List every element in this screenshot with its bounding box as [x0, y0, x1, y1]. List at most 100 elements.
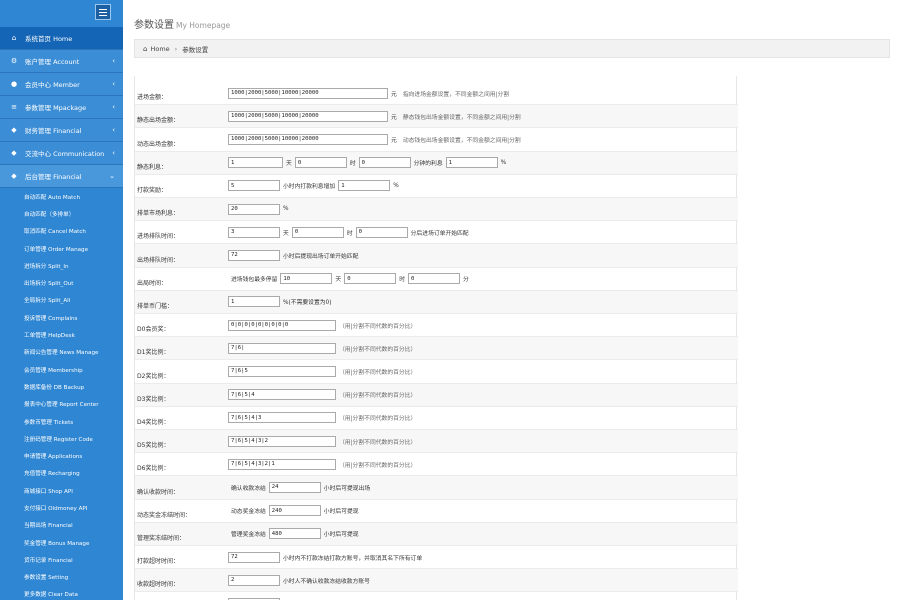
submenu-item[interactable]: 奖金管理 Bonus Manage [0, 534, 123, 551]
submenu-item[interactable]: 支付接口 Oldmoney API [0, 499, 123, 516]
sidebar-item-6[interactable]: ◆ 后台管理 Financial ⌄ [0, 165, 123, 188]
menu-toggle-button[interactable] [95, 4, 111, 20]
form-row: 取消排单时间：小时内可取消排单，超出时间后不可取消 [135, 592, 738, 600]
submenu-item[interactable]: 自动匹配 Auto Match [0, 188, 123, 205]
setting-input[interactable] [268, 505, 321, 517]
form-row-controls: 进场钱包最多停留 天 时 分 [228, 272, 472, 286]
submenu-item[interactable]: 货币记录 Financial [0, 551, 123, 568]
setting-input[interactable] [228, 87, 388, 99]
form-row: 静态出场金额： 元静态钱包出场金额设置，不同金额之间用|分割 [135, 105, 738, 129]
setting-input[interactable] [228, 180, 280, 192]
setting-input[interactable] [228, 226, 280, 238]
form-row-label: 收款超时时间： [137, 581, 180, 589]
setting-input[interactable] [408, 273, 461, 285]
submenu-item[interactable]: 自动匹配（多排单） [0, 205, 123, 222]
setting-input[interactable] [228, 365, 336, 377]
form-row-label: 管理奖冻结时间： [137, 534, 186, 542]
setting-input[interactable] [228, 551, 280, 563]
page-title-text: 参数设置 [134, 20, 174, 31]
sidebar-item-4[interactable]: ◆ 财务管理 Financial ‹ [0, 119, 123, 142]
submenu-item[interactable]: 报表中心管理 Report Center [0, 396, 123, 413]
page-title: 参数设置 My Homepage [134, 16, 230, 31]
submenu-item[interactable]: 申请管理 Applications [0, 447, 123, 464]
setting-input[interactable] [280, 273, 333, 285]
setting-input[interactable] [228, 157, 283, 169]
help-text: 静态钱包出场金额设置，不同金额之间用|分割 [402, 114, 521, 121]
tag-icon: ◆ [11, 126, 17, 134]
sidebar-item-3[interactable]: ≡ 参数管理 Mpackage ‹ [0, 96, 123, 119]
setting-input[interactable] [291, 226, 344, 238]
help-text: 指向进场金额设置，不同金额之间用|分割 [402, 91, 510, 98]
form-row-controls: （用|分割不同代数的百分比） [228, 411, 416, 425]
setting-input[interactable] [268, 481, 321, 493]
unit-text: 天 [286, 161, 292, 168]
sidebar-item-label: 会员中心 Member [25, 81, 80, 89]
submenu-item[interactable]: 全局拆分 Split_All [0, 292, 123, 309]
form-row: D6奖比例： （用|分割不同代数的百分比） [135, 453, 738, 477]
submenu-item[interactable]: 充值管理 Recharging [0, 465, 123, 482]
form-row-controls: （用|分割不同代数的百分比） [228, 434, 416, 448]
setting-input[interactable] [228, 435, 336, 447]
form-row: D2奖比例： （用|分割不同代数的百分比） [135, 360, 738, 384]
sidebar-item-0[interactable]: ⌂ 系统首页 Home [0, 27, 123, 50]
setting-input[interactable] [228, 133, 388, 145]
setting-input[interactable] [338, 180, 391, 192]
form-row-controls: 确认收款冻结 小时后可提现出场 [228, 480, 373, 494]
setting-input[interactable] [344, 273, 397, 285]
setting-input[interactable] [294, 157, 347, 169]
setting-input[interactable] [228, 203, 280, 215]
submenu-item[interactable]: 参数币管理 Tickets [0, 413, 123, 430]
submenu-item[interactable]: 参数设置 Setting [0, 569, 123, 586]
form-row-label: 静态出场金额： [137, 117, 180, 125]
submenu-item[interactable]: 出场拆分 Split_Out [0, 274, 123, 291]
submenu-item[interactable]: 新闻公告管理 News Manage [0, 344, 123, 361]
form-row-label: 出局时间： [137, 279, 168, 287]
sidebar-item-1[interactable]: ⚙ 账户管理 Account ‹ [0, 50, 123, 73]
setting-input[interactable] [358, 157, 411, 169]
form-row: D0会员奖： （用|分割不同代数的百分比） [135, 314, 738, 338]
breadcrumb-home-link[interactable]: Home [150, 45, 169, 53]
unit-text: 天 [335, 277, 342, 284]
setting-input[interactable] [228, 342, 336, 354]
setting-input[interactable] [228, 319, 336, 331]
submenu-item[interactable]: 投诉管理 Complains [0, 309, 123, 326]
page-subtitle: My Homepage [176, 21, 231, 30]
setting-input[interactable] [228, 389, 336, 401]
help-text: （用|分割不同代数的百分比） [339, 369, 417, 376]
submenu-item[interactable]: 商城接口 Shop API [0, 482, 123, 499]
submenu-item[interactable]: 进场拆分 Split_In [0, 257, 123, 274]
sidebar-item-5[interactable]: ◆ 交流中心 Communication ‹ [0, 142, 123, 165]
sidebar-item-label: 交流中心 Communication [25, 150, 105, 158]
submenu-item[interactable]: 注册码管理 Register Code [0, 430, 123, 447]
submenu-item[interactable]: 取消匹配 Cancel Match [0, 223, 123, 240]
form-row-label: 静态利息： [137, 163, 168, 171]
setting-input[interactable] [228, 110, 388, 122]
submenu-item[interactable]: 订单管理 Order Manage [0, 240, 123, 257]
form-row: 排单市场利息：% [135, 198, 738, 222]
setting-input[interactable] [445, 157, 498, 169]
setting-input[interactable] [228, 458, 336, 470]
submenu-item[interactable]: 更多数据 Clear Data [0, 586, 123, 600]
form-row-controls: % [228, 202, 292, 216]
setting-input[interactable] [268, 528, 321, 540]
form-row: 管理奖冻结时间： 管理奖金冻结 小时后可提现 [135, 522, 738, 546]
form-row-label: 出场排队时间： [137, 256, 180, 264]
help-text: （用|分割不同代数的百分比） [339, 393, 417, 400]
form-row-controls: 小时后提现出场订单开始匹配 [228, 248, 361, 262]
submenu-item[interactable]: 会员管理 Membership [0, 361, 123, 378]
form-row-controls: （用|分割不同代数的百分比） [228, 318, 416, 332]
unit-text: 元 [391, 91, 397, 98]
setting-input[interactable] [228, 249, 280, 261]
settings-form: 进场金额：元指向进场金额设置，不同金额之间用|分割静态出场金额：元静态钱包出场金… [134, 76, 738, 600]
sidebar-item-2[interactable]: ● 会员中心 Member ‹ [0, 73, 123, 96]
setting-input[interactable] [228, 412, 336, 424]
submenu-item[interactable]: 当期出场 Financial [0, 517, 123, 534]
form-row-label: 动态出场金额： [137, 140, 180, 148]
setting-input[interactable] [355, 226, 408, 238]
tag-icon: ◆ [11, 149, 17, 157]
submenu-item[interactable]: 工单管理 HelpDesk [0, 326, 123, 343]
breadcrumb: ⌂ Home › 参数设置 [134, 39, 890, 58]
setting-input[interactable] [228, 296, 280, 308]
submenu-item[interactable]: 数据库备份 DB Backup [0, 378, 123, 395]
setting-input[interactable] [228, 574, 280, 586]
